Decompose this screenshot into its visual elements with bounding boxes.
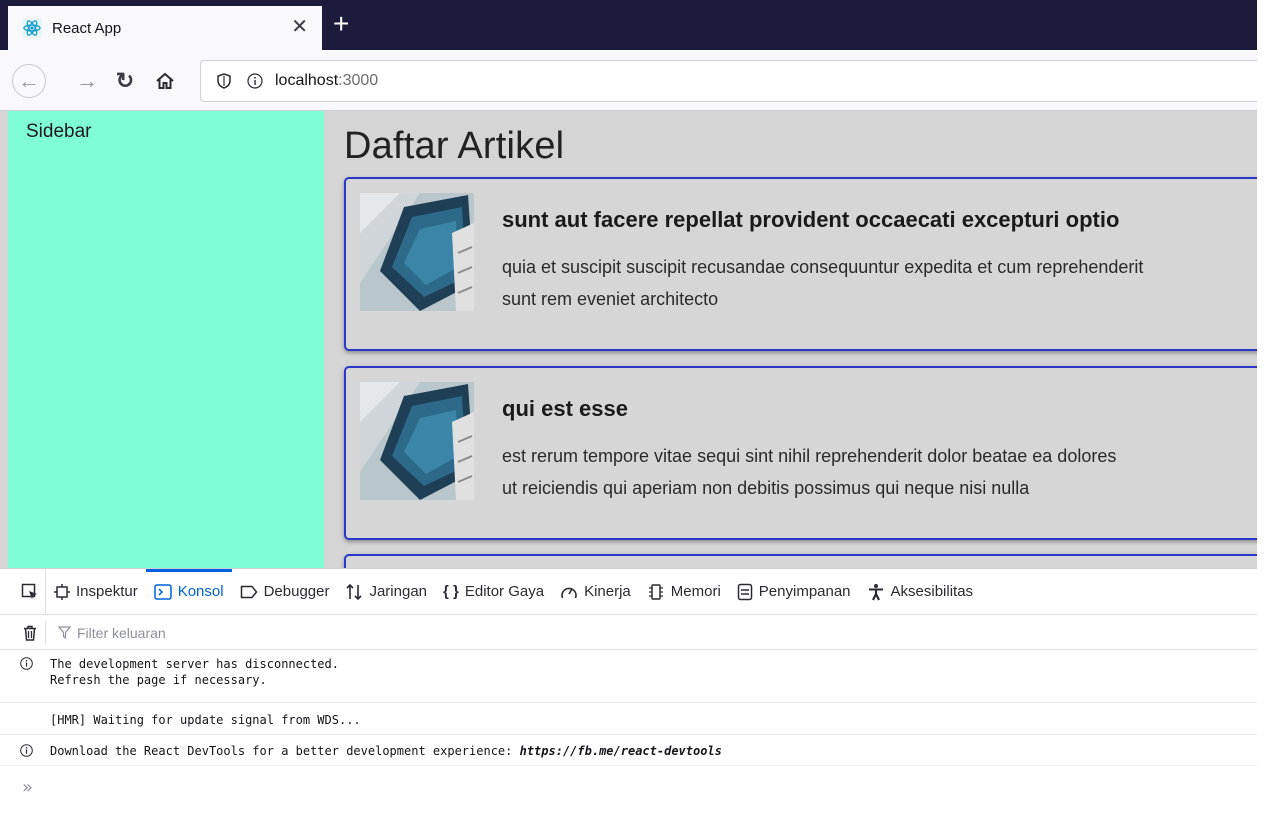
filter-icon: [58, 626, 71, 639]
tab-console[interactable]: Konsol: [145, 568, 232, 615]
tracking-shield-icon[interactable]: [211, 73, 237, 89]
memory-icon: [647, 583, 665, 601]
console-message-info: Download the React DevTools for a better…: [0, 736, 1257, 766]
article-card[interactable]: [344, 554, 1257, 568]
tab-style-editor[interactable]: { } Editor Gaya: [435, 569, 552, 615]
tab-debugger[interactable]: Debugger: [232, 569, 338, 615]
console-icon: [153, 583, 172, 600]
storage-icon: [737, 583, 753, 601]
react-logo-icon: [22, 18, 42, 38]
reload-icon[interactable]: ↻: [108, 64, 142, 98]
close-tab-icon[interactable]: ✕: [291, 17, 308, 37]
forward-icon[interactable]: →: [70, 64, 104, 98]
article-body: quia et suscipit suscipit recusandae con…: [502, 257, 1144, 309]
tab-accessibility[interactable]: Aksesibilitas: [859, 569, 982, 615]
sidebar: Sidebar: [8, 111, 324, 568]
browser-nav-bar: ← → ↻ localhost:3000: [0, 50, 1257, 111]
browser-tab-bar: React App ✕ +: [0, 0, 1257, 50]
console-message-info: The development server has disconnected.…: [0, 653, 1257, 703]
site-info-icon[interactable]: [243, 73, 267, 89]
article-thumbnail: [360, 193, 474, 311]
debugger-icon: [240, 585, 258, 599]
tab-performance[interactable]: Kinerja: [552, 569, 639, 615]
url-text[interactable]: localhost:3000: [275, 72, 378, 90]
accessibility-icon: [867, 583, 885, 601]
console-message-log: [HMR] Waiting for update signal from WDS…: [0, 705, 1257, 735]
filter-output-input[interactable]: Filter keluaran: [58, 625, 166, 641]
article-body: est rerum tempore vitae sequi sint nihil…: [502, 446, 1117, 498]
element-picker-icon[interactable]: [14, 568, 46, 615]
page-viewport: Sidebar Daftar Artikel sunt aut facere r…: [0, 111, 1257, 568]
tab-inspector[interactable]: Inspektur: [46, 569, 146, 615]
network-icon: [345, 583, 363, 601]
devtools-toolbar: Inspektur Konsol Debugger Jaringan { } E…: [0, 568, 1257, 615]
url-bar[interactable]: localhost:3000: [200, 60, 1257, 102]
home-icon[interactable]: [148, 64, 182, 98]
info-icon: [20, 744, 33, 760]
style-editor-icon: { }: [443, 583, 459, 600]
article-card[interactable]: sunt aut facere repellat provident occae…: [344, 177, 1257, 351]
tab-storage[interactable]: Penyimpanan: [729, 569, 859, 615]
main-content: Daftar Artikel sunt aut facere repellat …: [324, 111, 1257, 568]
article-title[interactable]: qui est esse: [502, 396, 628, 422]
new-tab-icon[interactable]: +: [333, 10, 349, 38]
page-title: Daftar Artikel: [344, 125, 565, 167]
browser-tab-react-app[interactable]: React App ✕: [8, 6, 322, 50]
inspector-icon: [54, 583, 70, 600]
tab-memory[interactable]: Memori: [639, 569, 729, 615]
back-icon[interactable]: ←: [12, 64, 46, 98]
tab-title: React App: [52, 19, 122, 37]
tab-network[interactable]: Jaringan: [337, 569, 435, 615]
react-devtools-link[interactable]: https://fb.me/react-devtools: [520, 744, 722, 758]
console-filter-bar: Filter keluaran: [0, 616, 1257, 650]
article-card[interactable]: qui est esse est rerum tempore vitae seq…: [344, 366, 1257, 540]
console-input-prompt[interactable]: »: [22, 777, 33, 798]
trash-icon[interactable]: [14, 620, 46, 645]
article-title[interactable]: sunt aut facere repellat provident occae…: [502, 207, 1119, 233]
sidebar-label: Sidebar: [26, 121, 92, 142]
devtools-panel: Inspektur Konsol Debugger Jaringan { } E…: [0, 568, 1257, 815]
info-icon: [20, 657, 33, 673]
article-thumbnail: [360, 382, 474, 500]
performance-icon: [560, 584, 578, 600]
